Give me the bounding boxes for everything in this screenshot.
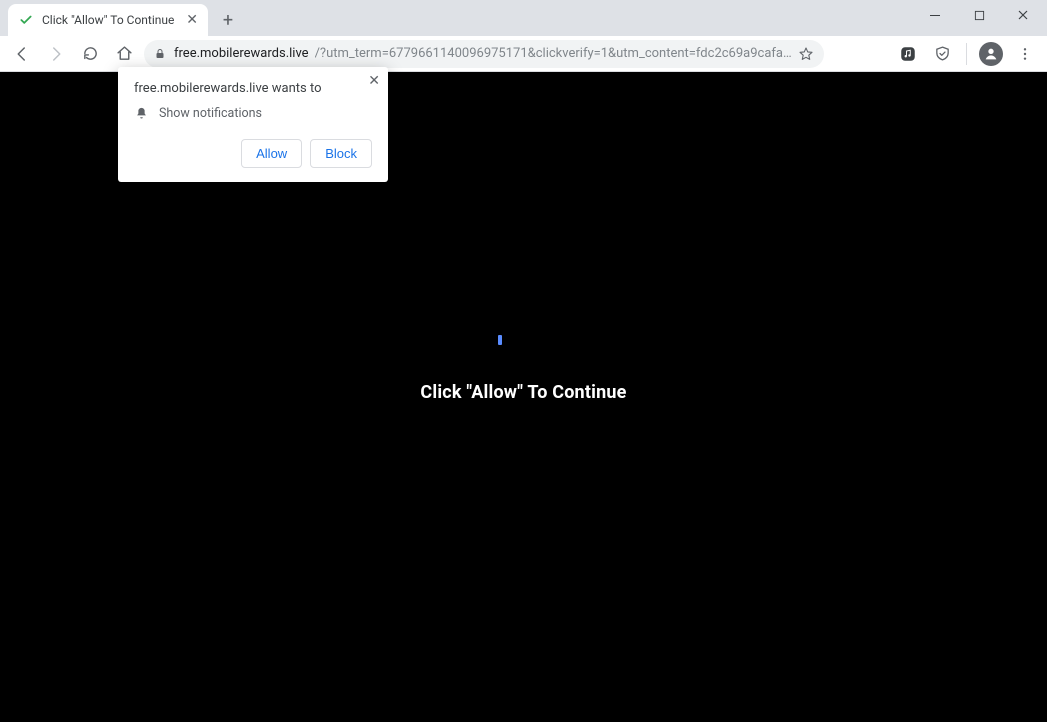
allow-button[interactable]: Allow: [241, 139, 302, 168]
window-close-button[interactable]: [1003, 1, 1043, 29]
permission-capability: Show notifications: [159, 106, 262, 121]
permission-title: free.mobilerewards.live wants to: [134, 81, 372, 96]
loading-spinner-icon: [498, 335, 502, 345]
kebab-menu-icon[interactable]: [1011, 40, 1039, 68]
shield-icon[interactable]: [928, 40, 956, 68]
home-button[interactable]: [110, 40, 138, 68]
block-button[interactable]: Block: [310, 139, 372, 168]
url-domain: free.mobilerewards.live: [174, 46, 309, 61]
minimize-button[interactable]: [915, 1, 955, 29]
url-path: /?utm_term=6779661140096975171&clickveri…: [315, 46, 792, 61]
titlebar: Click "Allow" To Continue ✕ +: [0, 0, 1047, 36]
new-tab-button[interactable]: +: [214, 6, 242, 34]
bell-icon: [134, 106, 149, 121]
back-button[interactable]: [8, 40, 36, 68]
address-bar[interactable]: free.mobilerewards.live /?utm_term=67796…: [144, 40, 824, 68]
lock-icon: [154, 47, 168, 61]
music-icon[interactable]: [894, 40, 922, 68]
browser-tab[interactable]: Click "Allow" To Continue ✕: [8, 4, 208, 36]
window-controls: [915, 0, 1043, 30]
toolbar-divider: [966, 43, 967, 65]
tab-title: Click "Allow" To Continue: [42, 13, 178, 27]
notification-permission-popup: ✕ free.mobilerewards.live wants to Show …: [118, 67, 388, 182]
forward-button[interactable]: [42, 40, 70, 68]
bookmark-star-icon[interactable]: [798, 46, 814, 62]
maximize-button[interactable]: [959, 1, 999, 29]
profile-avatar[interactable]: [977, 40, 1005, 68]
reload-button[interactable]: [76, 40, 104, 68]
checkmark-icon: [18, 12, 34, 28]
close-icon[interactable]: ✕: [368, 73, 380, 89]
close-icon[interactable]: ✕: [186, 13, 198, 27]
page-message: Click "Allow" To Continue: [0, 382, 1047, 403]
